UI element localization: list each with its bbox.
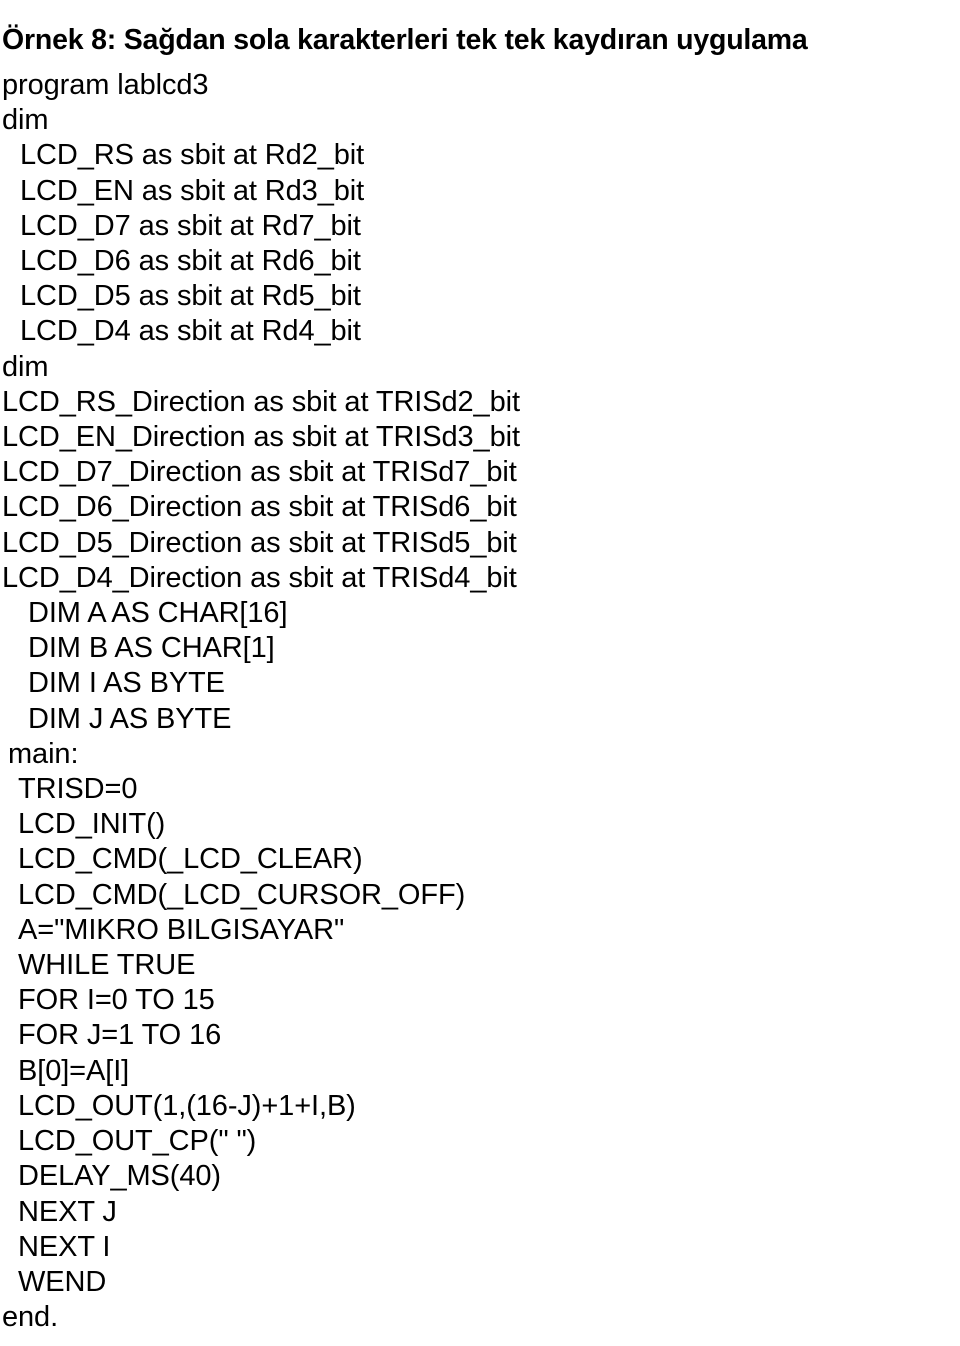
code-line: LCD_D7_Direction as sbit at TRISd7_bit [2,456,517,489]
code-line: LCD_D5_Direction as sbit at TRISd5_bit [2,526,517,559]
code-line: WEND [18,1265,107,1298]
code-line: dim [2,104,49,137]
code-line: dim [2,350,49,383]
code-line: FOR I=0 TO 15 [18,984,215,1017]
code-line: WHILE TRUE [18,949,196,982]
code-line: LCD_D5 as sbit at Rd5_bit [20,280,361,313]
code-line: LCD_D4_Direction as sbit at TRISd4_bit [2,561,517,594]
code-line: LCD_EN as sbit at Rd3_bit [20,174,365,207]
code-line: LCD_D6 as sbit at Rd6_bit [20,245,361,278]
code-line: LCD_D6_Direction as sbit at TRISd6_bit [2,491,517,524]
code-line: LCD_RS as sbit at Rd2_bit [20,139,365,172]
code-line: LCD_D4 as sbit at Rd4_bit [20,315,361,348]
code-listing: program lablcd3 dim LCD_RS as sbit at Rd2_… [0,68,960,1335]
code-line: B[0]=A[I] [18,1054,130,1087]
code-line: LCD_EN_Direction as sbit at TRISd3_bit [2,421,520,454]
code-line: LCD_RS_Direction as sbit at TRISd2_bit [2,385,520,418]
code-line: TRISD=0 [18,773,138,806]
code-line: A="MIKRO BILGISAYAR" [18,913,345,946]
code-line: program lablcd3 [2,69,209,101]
code-line: main: [8,737,79,770]
code-line: LCD_CMD(_LCD_CLEAR) [18,843,363,876]
code-line: DIM A AS CHAR[16] [28,597,288,630]
code-line: LCD_OUT(1,(16-J)+1+I,B) [18,1089,356,1122]
document-page: Örnek 8: Sağdan sola karakterleri tek te… [0,0,960,1346]
page-title: Örnek 8: Sağdan sola karakterleri tek te… [2,24,808,57]
code-line: NEXT J [18,1195,117,1228]
code-line: NEXT I [18,1230,111,1263]
code-line: LCD_OUT_CP(" ") [18,1125,257,1158]
code-line: DIM J AS BYTE [28,702,232,735]
code-line: LCD_D7 as sbit at Rd7_bit [20,209,361,242]
code-line: DIM I AS BYTE [28,667,225,700]
code-line: LCD_INIT() [18,808,166,841]
code-line: LCD_CMD(_LCD_CURSOR_OFF) [18,878,466,911]
code-line: FOR J=1 TO 16 [18,1019,222,1052]
code-line: end. [2,1301,59,1334]
code-line: DIM B AS CHAR[1] [28,632,275,665]
code-line: DELAY_MS(40) [18,1160,221,1193]
